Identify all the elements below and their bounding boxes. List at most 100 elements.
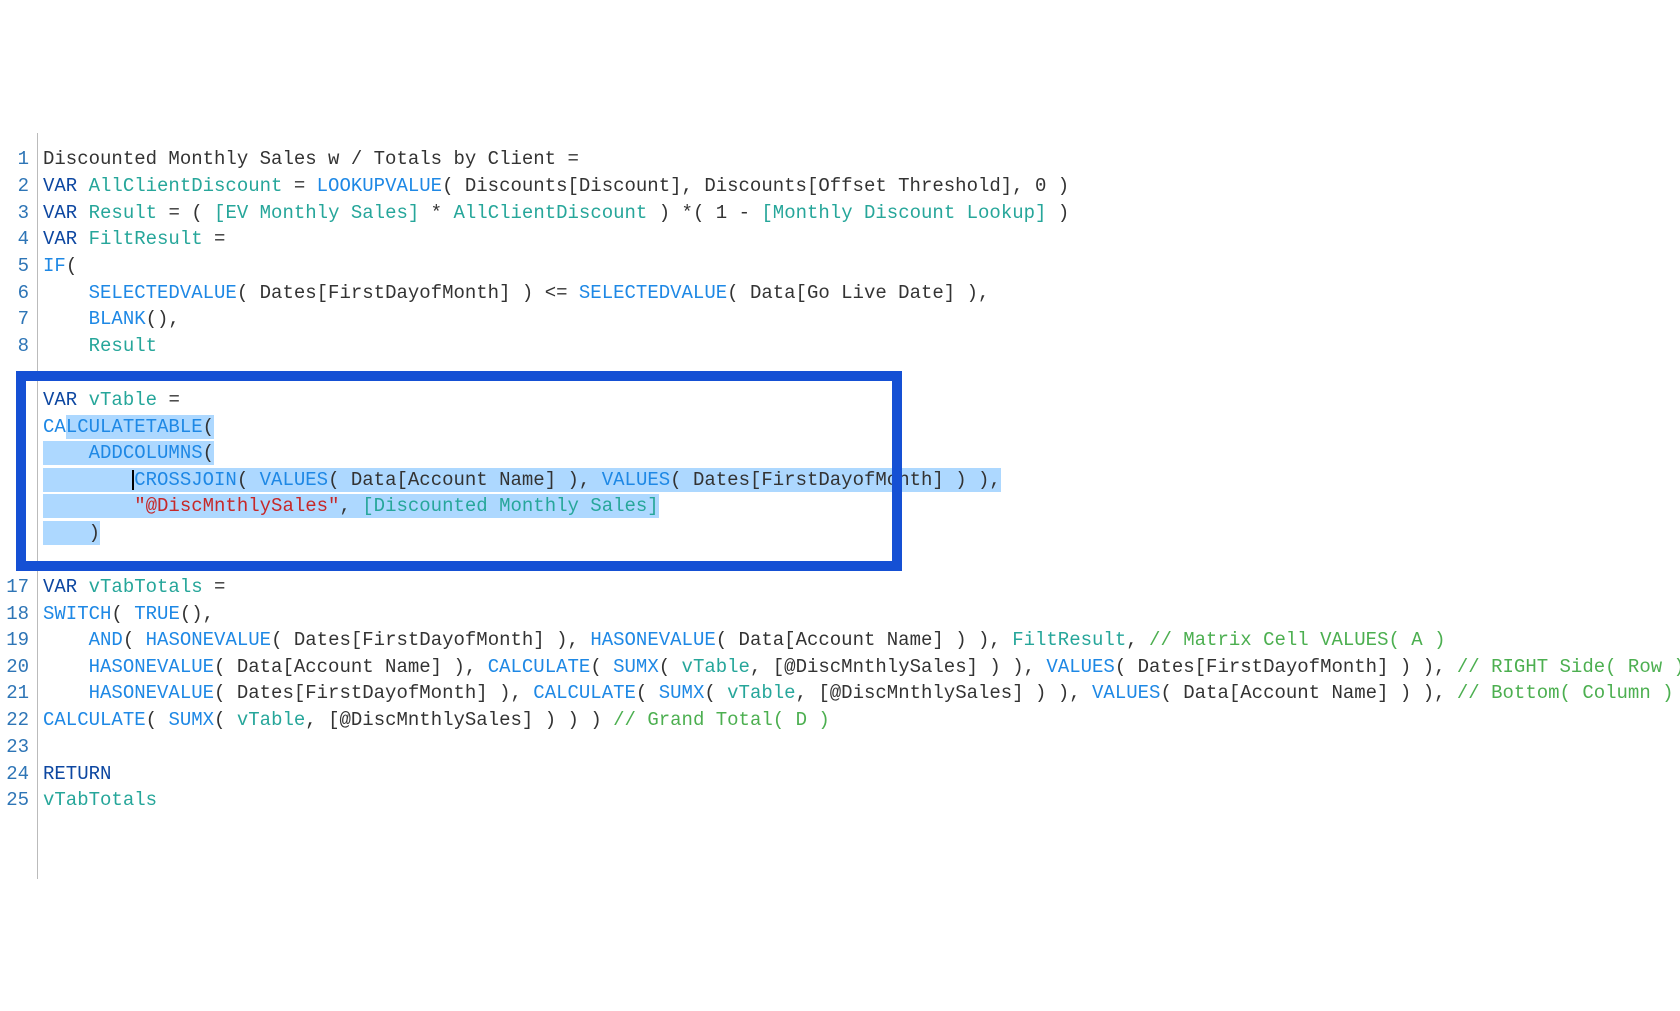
token-plain: ) <box>43 521 100 545</box>
code-line[interactable]: Result <box>43 333 157 360</box>
code-line[interactable]: VAR vTabTotals = <box>43 574 225 601</box>
code-line[interactable]: SELECTEDVALUE( Dates[FirstDayofMonth] ) … <box>43 280 989 307</box>
token-fn: SUMX <box>659 682 705 704</box>
token-plain: ( <box>214 709 237 731</box>
token-var: vTable <box>237 709 305 731</box>
token-plain: ( Dates[FirstDayofMonth] ), <box>271 629 590 651</box>
code-line[interactable]: Discounted Monthly Sales w / Totals by C… <box>43 146 579 173</box>
token-ref: [Monthly Discount Lookup] <box>761 202 1046 224</box>
token-comment: // Matrix Cell VALUES( A ) <box>1149 629 1445 651</box>
code-editor[interactable]: 12345678171819202122232425 Discounted Mo… <box>0 133 1680 879</box>
code-line[interactable]: "@DiscMnthlySales", [Discounted Monthly … <box>43 493 659 520</box>
token-fn: SUMX <box>168 709 214 731</box>
token-fn: CROSSJOIN <box>134 468 237 492</box>
code-line[interactable]: ) <box>43 520 100 547</box>
code-line[interactable]: CALCULATE( SUMX( vTable, [@DiscMnthlySal… <box>43 707 830 734</box>
token-plain: * <box>419 202 453 224</box>
token-var: vTabTotals <box>43 789 157 811</box>
token-fn: AND <box>89 629 123 651</box>
token-plain: = <box>294 175 317 197</box>
code-line[interactable]: IF( <box>43 253 77 280</box>
code-line[interactable]: vTabTotals <box>43 787 157 814</box>
token-fn: TRUE <box>134 603 180 625</box>
token-plain: , [@DiscMnthlySales] ) ), <box>796 682 1092 704</box>
token-plain <box>43 441 89 465</box>
code-line[interactable] <box>43 734 54 761</box>
token-fn: HASONEVALUE <box>590 629 715 651</box>
token-plain <box>43 282 89 304</box>
code-line[interactable]: VAR vTable = <box>43 387 180 414</box>
code-line[interactable]: VAR Result = ( [EV Monthly Sales] * AllC… <box>43 200 1069 227</box>
line-number: 24 <box>6 761 33 788</box>
token-plain: (), <box>146 308 180 330</box>
token-plain: ( Data[Account Name] ), <box>328 468 602 492</box>
token-var: vTable <box>682 656 750 678</box>
token-plain <box>43 736 54 758</box>
code-line[interactable]: HASONEVALUE( Data[Account Name] ), CALCU… <box>43 654 1680 681</box>
line-number: 6 <box>18 280 33 307</box>
token-kw: VAR <box>43 576 89 598</box>
token-fn: HASONEVALUE <box>89 656 214 678</box>
token-plain: ( <box>659 656 682 678</box>
token-fn: HASONEVALUE <box>89 682 214 704</box>
token-plain: , [@DiscMnthlySales] ) ) ) <box>305 709 613 731</box>
token-comment: // Grand Total( D ) <box>613 709 830 731</box>
code-line[interactable]: BLANK(), <box>43 306 180 333</box>
line-number: 17 <box>6 574 33 601</box>
line-number: 19 <box>6 627 33 654</box>
code-line[interactable]: CALCULATETABLE( <box>43 414 214 441</box>
token-plain: ( <box>111 603 134 625</box>
token-plain: ( <box>66 255 77 277</box>
token-plain: ( Data[Go Live Date] ), <box>727 282 989 304</box>
token-fn: LCULATETABLE <box>66 415 203 439</box>
token-num: 0 <box>1035 175 1046 197</box>
token-plain: ) *( <box>647 202 715 224</box>
token-var: Result <box>89 335 157 357</box>
code-line[interactable]: VAR FiltResult = <box>43 226 225 253</box>
token-kw: VAR <box>43 228 89 250</box>
token-plain: ( <box>123 629 146 651</box>
token-str: "@DiscMnthlySales" <box>134 494 339 518</box>
line-number-gutter: 12345678171819202122232425 <box>0 133 38 879</box>
token-fn: VALUES <box>1046 656 1114 678</box>
token-plain: ( Discounts[Discount], Discounts[Offset … <box>442 175 1035 197</box>
code-line[interactable]: RETURN <box>43 761 111 788</box>
code-line[interactable]: CROSSJOIN( VALUES( Data[Account Name] ),… <box>43 467 1001 494</box>
token-fn: SELECTEDVALUE <box>89 282 237 304</box>
code-line[interactable]: AND( HASONEVALUE( Dates[FirstDayofMonth]… <box>43 627 1446 654</box>
token-fn: SELECTEDVALUE <box>579 282 727 304</box>
token-kw: RETURN <box>43 763 111 785</box>
line-number: 23 <box>6 734 33 761</box>
line-number: 1 <box>18 146 33 173</box>
token-kw: VAR <box>43 175 89 197</box>
code-line[interactable]: SWITCH( TRUE(), <box>43 601 214 628</box>
token-plain: , <box>1126 629 1149 651</box>
token-plain <box>43 629 89 651</box>
line-number: 8 <box>18 333 33 360</box>
token-fn: HASONEVALUE <box>146 629 271 651</box>
text-caret <box>132 470 134 490</box>
token-plain: ( <box>203 415 214 439</box>
token-plain: = ( <box>168 202 214 224</box>
token-var: vTable <box>727 682 795 704</box>
code-line[interactable]: ADDCOLUMNS( <box>43 440 214 467</box>
token-plain: = <box>214 228 225 250</box>
line-number: 5 <box>18 253 33 280</box>
line-number: 18 <box>6 601 33 628</box>
token-plain: ( Dates[FirstDayofMonth] ) ), <box>1115 656 1457 678</box>
token-plain: ( Dates[FirstDayofMonth] ) ), <box>670 468 1001 492</box>
code-line[interactable]: VAR AllClientDiscount = LOOKUPVALUE( Dis… <box>43 173 1069 200</box>
token-var: Result <box>89 202 169 224</box>
line-number: 4 <box>18 226 33 253</box>
code-line[interactable]: HASONEVALUE( Dates[FirstDayofMonth] ), C… <box>43 680 1680 707</box>
token-fn: VALUES <box>602 468 670 492</box>
token-plain: (), <box>180 603 214 625</box>
token-plain: ( <box>146 709 169 731</box>
token-plain: ( <box>203 441 214 465</box>
token-plain: ( Dates[FirstDayofMonth] ) <= <box>237 282 579 304</box>
token-num: 1 <box>716 202 727 224</box>
token-plain: ( Data[Account Name] ) ), <box>716 629 1012 651</box>
token-plain: , [@DiscMnthlySales] ) ), <box>750 656 1046 678</box>
token-comment: // Bottom( Column ) Totals( C ) <box>1457 682 1680 704</box>
line-number: 7 <box>18 306 33 333</box>
